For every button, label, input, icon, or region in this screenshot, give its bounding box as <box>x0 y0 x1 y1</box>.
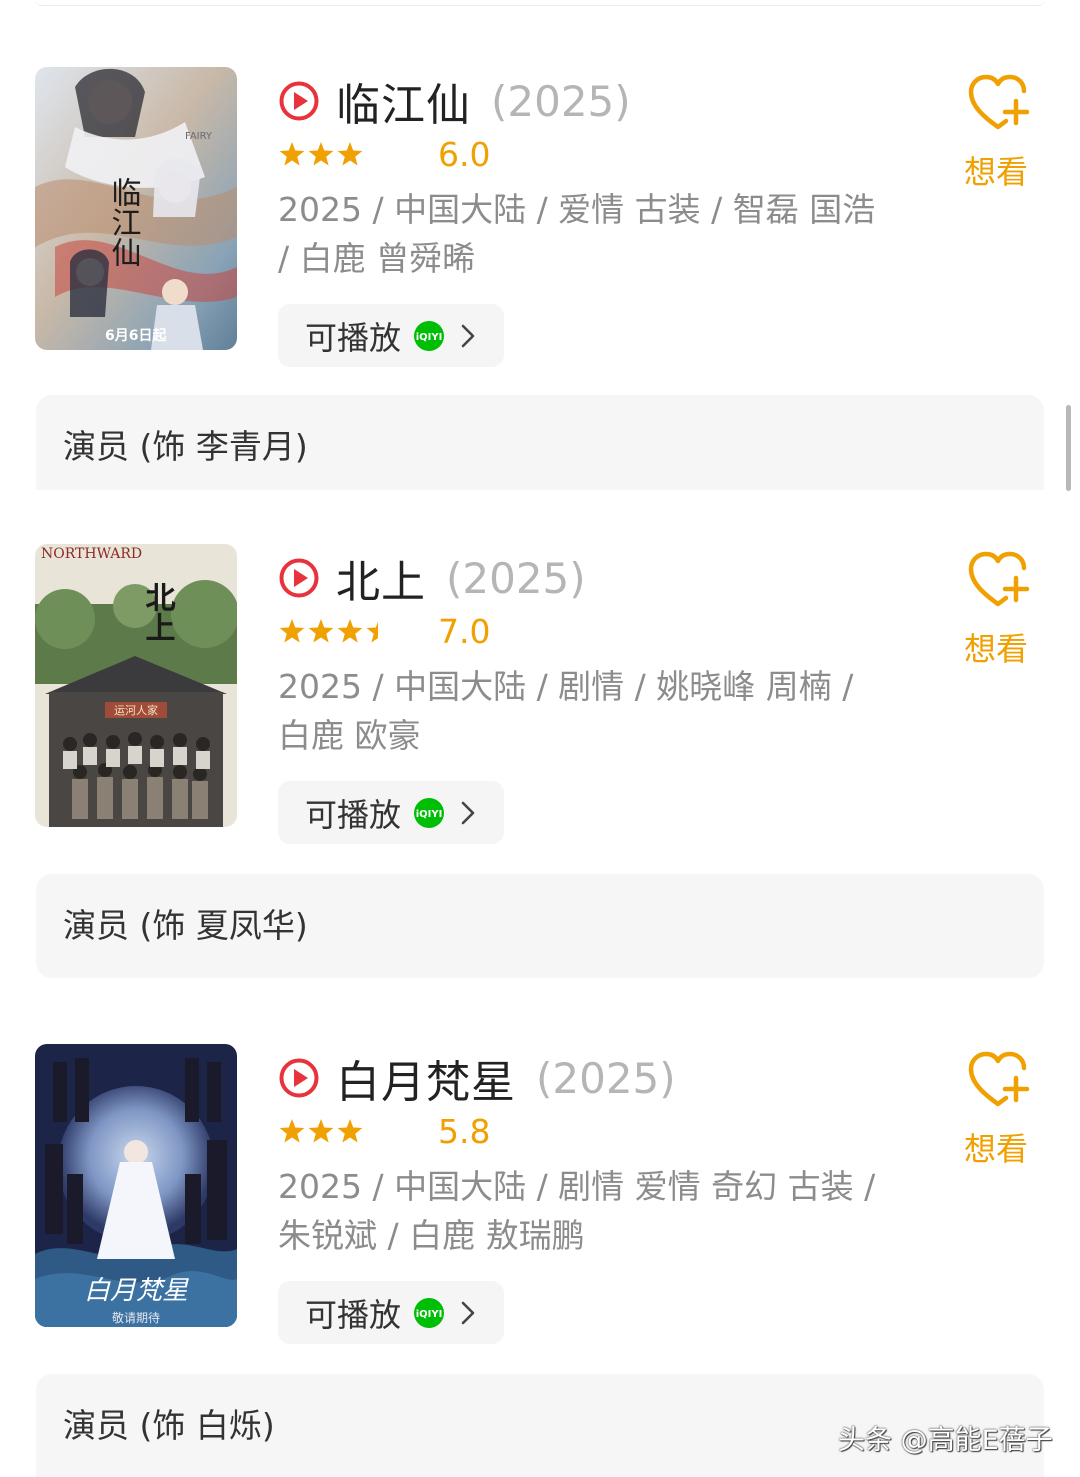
star-icon <box>337 1119 363 1143</box>
rating-row: 6.0 <box>278 133 538 177</box>
movie-meta: 2025 / 中国大陆 / 剧情 爱情 奇幻 古装 / 朱锐斌 / 白鹿 敖瑞鹏 <box>278 1167 876 1255</box>
movie-title[interactable]: 白月梵星 <box>336 1046 516 1110</box>
movie-card[interactable]: 临江仙 FAIRY 6月6日起 临江仙 (2025) 6.0 2025 / 中国… <box>0 67 1080 387</box>
svg-text:NORTHWARD: NORTHWARD <box>41 546 142 562</box>
movie-meta: 2025 / 中国大陆 / 爱情 古装 / 智磊 国浩 / 白鹿 曾舜晞 <box>278 190 876 278</box>
star-icon <box>337 619 363 643</box>
playable-label: 可播放 <box>305 795 402 834</box>
title-row[interactable]: 白月梵星 (2025) <box>278 1050 676 1108</box>
actor-role-text: 演员 (饰 白烁) <box>63 1406 275 1445</box>
scrollbar-thumb[interactable] <box>1066 405 1071 491</box>
poster-title-text: 临江仙 <box>106 177 142 267</box>
play-circle-icon <box>279 81 319 121</box>
rating-row: 7.0 <box>278 610 538 654</box>
star-icon <box>308 142 334 166</box>
want-to-watch-button[interactable]: 想看 <box>960 550 1036 670</box>
star-icon <box>366 621 378 643</box>
title-row[interactable]: 临江仙 (2025) <box>278 73 631 131</box>
poster-image[interactable]: 运河人家 NORTHWARD 北上 <box>35 544 237 827</box>
movie-list-page: 临江仙 FAIRY 6月6日起 临江仙 (2025) 6.0 2025 / 中国… <box>0 0 1080 1477</box>
watermark-text: 头条 @高能E蓓子 <box>838 1425 1053 1456</box>
actor-role-box: 演员 (饰 夏凤华) <box>36 874 1044 978</box>
play-circle-icon <box>279 558 319 598</box>
rating-score: 7.0 <box>438 612 491 651</box>
play-circle-icon <box>279 1058 319 1098</box>
actor-role-text: 演员 (饰 李青月) <box>63 427 308 466</box>
want-to-watch-button[interactable]: 想看 <box>960 73 1036 193</box>
want-to-watch-label: 想看 <box>964 1130 1029 1168</box>
playable-button[interactable]: 可播放 iQIYI <box>278 304 504 367</box>
chevron-right-icon <box>461 1301 475 1324</box>
star-rating-icon <box>279 619 378 643</box>
actor-role-box: 演员 (饰 李青月) <box>36 395 1044 490</box>
poster-image[interactable]: 白月梵星 敬请期待 <box>35 1044 237 1327</box>
iqiyi-logo-icon: iQIYI <box>414 1297 445 1328</box>
iqiyi-logo-icon: iQIYI <box>414 797 445 828</box>
star-rating-icon <box>279 1119 363 1143</box>
chevron-right-icon <box>461 801 475 824</box>
heart-plus-icon <box>968 1051 1030 1107</box>
star-icon <box>308 619 334 643</box>
svg-text:FAIRY: FAIRY <box>185 131 213 142</box>
playable-button[interactable]: 可播放 iQIYI <box>278 781 504 844</box>
star-icon <box>337 142 363 166</box>
poster-title-text: 白月梵星 <box>84 1276 189 1306</box>
movie-year: (2025) <box>446 553 586 603</box>
svg-text:运河人家: 运河人家 <box>114 703 158 717</box>
star-icon <box>279 1119 305 1143</box>
svg-text:敬请期待: 敬请期待 <box>112 1311 160 1325</box>
rating-score: 5.8 <box>438 1112 491 1151</box>
rating-score: 6.0 <box>438 135 491 174</box>
star-icon <box>279 619 305 643</box>
star-icon <box>308 1119 334 1143</box>
want-to-watch-label: 想看 <box>964 630 1029 668</box>
playable-label: 可播放 <box>305 318 402 357</box>
title-row[interactable]: 北上 (2025) <box>278 550 586 608</box>
movie-title[interactable]: 临江仙 <box>336 69 471 133</box>
want-to-watch-button[interactable]: 想看 <box>960 1050 1036 1170</box>
playable-button[interactable]: 可播放 iQIYI <box>278 1281 504 1344</box>
movie-card[interactable]: 白月梵星 敬请期待 白月梵星 (2025) 5.8 2025 / 中国大陆 / … <box>0 1044 1080 1364</box>
movie-card[interactable]: 运河人家 NORTHWARD 北上 北上 (2025) 7.0 2025 / 中… <box>0 544 1080 864</box>
heart-plus-icon <box>968 551 1030 607</box>
heart-plus-icon <box>968 74 1030 130</box>
movie-year: (2025) <box>491 76 631 126</box>
star-rating-icon <box>279 142 363 166</box>
rating-row: 5.8 <box>278 1110 538 1154</box>
svg-text:6月6日起: 6月6日起 <box>105 327 167 344</box>
svg-text:iQIYI: iQIYI <box>416 332 443 343</box>
iqiyi-logo-icon: iQIYI <box>414 320 445 351</box>
poster-title-text: 北上 <box>140 582 176 642</box>
svg-text:iQIYI: iQIYI <box>416 809 443 820</box>
chevron-right-icon <box>461 324 475 347</box>
movie-meta: 2025 / 中国大陆 / 剧情 / 姚晓峰 周楠 / 白鹿 欧豪 <box>278 667 854 755</box>
actor-role-text: 演员 (饰 夏凤华) <box>63 906 308 945</box>
previous-card-edge <box>36 0 1044 6</box>
movie-title[interactable]: 北上 <box>336 546 426 610</box>
want-to-watch-label: 想看 <box>964 153 1029 191</box>
svg-text:iQIYI: iQIYI <box>416 1309 443 1320</box>
star-icon <box>279 142 305 166</box>
movie-year: (2025) <box>536 1053 676 1103</box>
playable-label: 可播放 <box>305 1295 402 1334</box>
poster-image[interactable]: 临江仙 FAIRY 6月6日起 <box>35 67 237 350</box>
